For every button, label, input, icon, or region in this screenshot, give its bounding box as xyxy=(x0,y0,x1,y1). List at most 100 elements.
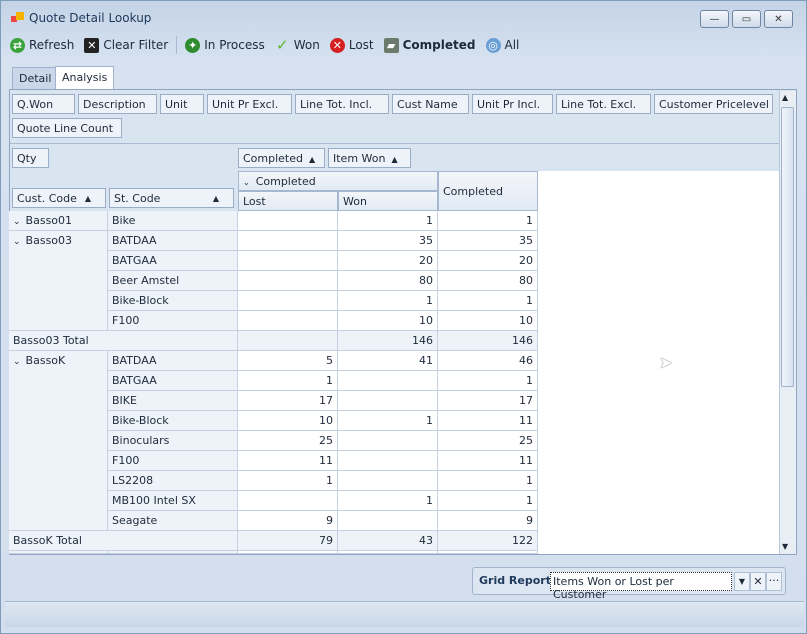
column-field-button[interactable]: Item Won ▲ xyxy=(328,148,411,168)
filter-field-quote-line-count[interactable]: Quote Line Count xyxy=(12,118,122,138)
cell-lost xyxy=(238,251,338,271)
tab-detail[interactable]: Detail xyxy=(12,67,59,89)
cell-won: 41 xyxy=(338,351,438,371)
data-field-qty[interactable]: Qty xyxy=(12,148,49,168)
cust-code-label: Basso03 xyxy=(25,234,73,247)
chevron-down-icon[interactable]: ⌄ xyxy=(243,178,250,187)
dropdown-chevron-icon[interactable]: ▼ xyxy=(734,572,750,591)
row-header-cust-code[interactable]: ⌄ BassoK xyxy=(9,351,108,531)
cell-partial xyxy=(238,551,338,554)
tab-analysis[interactable]: Analysis xyxy=(55,66,115,90)
toolbar-label: All xyxy=(504,38,520,52)
toolbar-refresh-button[interactable]: ⇄ Refresh xyxy=(5,34,79,56)
mouse-cursor-icon: ➤ xyxy=(659,353,673,372)
cell-total: 122 xyxy=(438,531,538,551)
truck-icon: ▰ xyxy=(383,37,399,53)
filter-field-customer-pricelevel[interactable]: Customer Pricelevel xyxy=(654,94,773,114)
filter-field-unit[interactable]: Unit xyxy=(160,94,204,114)
toolbar-label: In Process xyxy=(204,38,265,52)
window: Quote Detail Lookup — ▭ ✕ ⇄ Refresh ✕ Clear… xyxy=(0,0,807,634)
cell-total: 80 xyxy=(438,271,538,291)
toolbar-lost-button[interactable]: ✕ Lost xyxy=(325,34,379,56)
close-button[interactable]: ✕ xyxy=(764,10,793,28)
row-field-label: St. Code xyxy=(114,192,161,205)
filter-field-line-tot-incl-[interactable]: Line Tot. Incl. xyxy=(295,94,389,114)
toolbar-label: Completed xyxy=(402,38,476,52)
cell-won: 1 xyxy=(338,211,438,231)
toolbar-all-button[interactable]: ◎ All xyxy=(481,34,525,56)
toolbar-completed-button[interactable]: ▰ Completed xyxy=(379,34,481,56)
row-field-button[interactable]: Cust. Code ▲ xyxy=(12,188,106,208)
scroll-up-icon[interactable]: ▲ xyxy=(782,93,788,102)
filter-field-unit-pr-incl-[interactable]: Unit Pr Incl. xyxy=(472,94,553,114)
cell-won: 80 xyxy=(338,271,438,291)
subtotal-row-header: Basso03 Total xyxy=(9,331,238,351)
cell-won: 1 xyxy=(338,491,438,511)
maximize-button[interactable]: ▭ xyxy=(732,10,761,28)
row-header-st-code: BATDAA xyxy=(108,351,238,371)
row-header-st-code: MB100 Intel SX xyxy=(108,491,238,511)
scrollbar-thumb[interactable] xyxy=(781,107,794,387)
column-header-won[interactable]: Won xyxy=(338,191,438,211)
cell-total: 46 xyxy=(438,351,538,371)
grid-report-select[interactable]: Items Won or Lost per Customer xyxy=(550,572,732,601)
app-icon xyxy=(11,12,25,24)
row-header-st-code: Bike xyxy=(108,211,238,231)
row-header-st-code: F100 xyxy=(108,311,238,331)
cell-won: 20 xyxy=(338,251,438,271)
toolbar-won-button[interactable]: ✓ Won xyxy=(270,34,325,56)
row-field-label: Cust. Code xyxy=(17,192,77,205)
column-header-lost[interactable]: Lost xyxy=(238,191,338,211)
toolbar-in-process-button[interactable]: ✦ In Process xyxy=(180,34,269,56)
chevron-down-icon[interactable]: ⌄ xyxy=(13,357,21,367)
column-field-label: Completed xyxy=(243,152,303,165)
toolbar-clear-filter-button[interactable]: ✕ Clear Filter xyxy=(79,34,173,56)
cell-lost xyxy=(238,271,338,291)
cell-lost xyxy=(238,291,338,311)
toolbar-label: Won xyxy=(293,38,320,52)
clear-icon[interactable]: ✕ xyxy=(750,572,766,591)
clear-filter-icon: ✕ xyxy=(84,37,100,53)
column-field-button[interactable]: Completed ▲ xyxy=(238,148,325,168)
grand-total-header[interactable]: Completed xyxy=(438,171,538,211)
column-field-label: Item Won xyxy=(333,152,386,165)
filter-field-cust-name[interactable]: Cust Name xyxy=(392,94,469,114)
filter-field-q-won[interactable]: Q.Won xyxy=(12,94,75,114)
cust-code-label: Basso01 xyxy=(25,214,73,227)
row-field-button[interactable]: St. Code ▲ xyxy=(109,188,234,208)
row-header-cust-code[interactable]: ⌄ Basso03 xyxy=(9,231,108,331)
row-header-partial xyxy=(9,551,108,554)
cell-partial xyxy=(338,551,438,554)
cell-won xyxy=(338,511,438,531)
filter-field-unit-pr-excl-[interactable]: Unit Pr Excl. xyxy=(207,94,292,114)
cell-total: 1 xyxy=(438,211,538,231)
checkmark-icon: ✓ xyxy=(275,36,289,54)
grid-report-label: Grid Report: xyxy=(479,574,556,587)
chevron-down-icon[interactable]: ⌄ xyxy=(13,237,21,247)
minimize-button[interactable]: — xyxy=(700,10,729,28)
filter-field-line-tot-excl-[interactable]: Line Tot. Excl. xyxy=(556,94,651,114)
divider xyxy=(10,143,779,144)
toolbar-separator xyxy=(176,36,178,54)
cell-won: 10 xyxy=(338,311,438,331)
cell-total: 1 xyxy=(438,291,538,311)
cell-partial xyxy=(438,551,538,554)
row-header-st-code: Bike-Block xyxy=(108,291,238,311)
row-header-cust-code[interactable]: ⌄ Basso01 xyxy=(9,211,108,231)
ellipsis-button[interactable]: ··· xyxy=(766,572,782,591)
cell-lost: 9 xyxy=(238,511,338,531)
chevron-down-icon[interactable]: ⌄ xyxy=(13,217,21,227)
row-header-st-code: LS2208 xyxy=(108,471,238,491)
cell-won xyxy=(338,371,438,391)
column-group-header[interactable]: ⌄ Completed xyxy=(238,171,438,191)
cell-lost: 5 xyxy=(238,351,338,371)
filter-field-description[interactable]: Description xyxy=(78,94,157,114)
refresh-icon: ⇄ xyxy=(10,37,25,53)
cell-won: 146 xyxy=(338,331,438,351)
cell-lost: 1 xyxy=(238,471,338,491)
cust-code-label: BassoK xyxy=(25,354,66,367)
running-man-icon: ✦ xyxy=(185,37,201,53)
cell-lost: 1 xyxy=(238,371,338,391)
scroll-down-icon[interactable]: ▼ xyxy=(782,542,788,551)
toolbar-label: Clear Filter xyxy=(103,38,169,52)
